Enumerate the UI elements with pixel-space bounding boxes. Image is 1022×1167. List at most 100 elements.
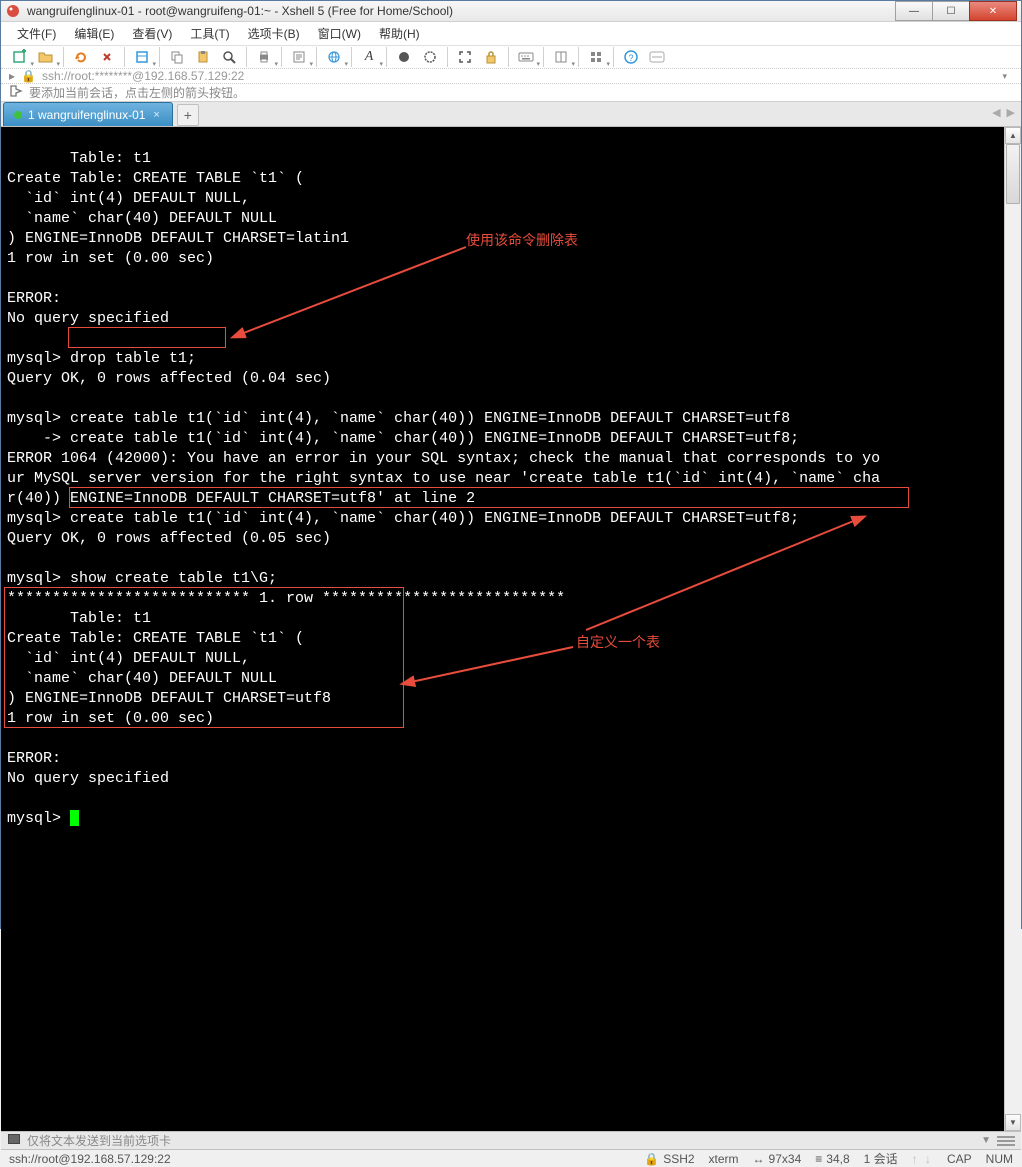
scroll-thumb[interactable] (1006, 144, 1020, 204)
status-connection: ssh://root@192.168.57.129:22 (9, 1152, 630, 1166)
terminal-line: r(40)) ENGINE=InnoDB DEFAULT CHARSET=utf… (7, 490, 475, 507)
menu-file[interactable]: 文件(F) (9, 22, 64, 45)
maximize-button[interactable]: ☐ (932, 1, 970, 21)
terminal-line: ur MySQL server version for the right sy… (7, 470, 880, 487)
terminal-line: No query specified (7, 770, 169, 787)
status-num: NUM (986, 1152, 1013, 1166)
terminal-line: 1 row in set (0.00 sec) (7, 250, 214, 267)
lock-small-icon: 🔒 (21, 69, 36, 83)
scroll-track[interactable] (1005, 144, 1021, 1114)
color-scheme-icon[interactable] (393, 46, 415, 68)
status-dot-icon (14, 111, 22, 119)
tab-next-icon[interactable]: ▶ (1007, 106, 1015, 119)
terminal-line: Table: t1 (7, 610, 151, 627)
new-session-icon[interactable] (9, 46, 31, 68)
toolbar-separator (316, 47, 317, 67)
layout-icon[interactable] (550, 46, 572, 68)
ruler-icon: ≡ (815, 1152, 822, 1166)
compose-icon (7, 1133, 21, 1148)
menu-tools[interactable]: 工具(T) (182, 22, 237, 45)
terminal-line: ) ENGINE=InnoDB DEFAULT CHARSET=latin1 (7, 230, 349, 247)
arrow-1 (226, 242, 476, 342)
about-icon[interactable] (646, 46, 668, 68)
session-tab[interactable]: 1 wangruifenglinux-01 × (3, 102, 173, 126)
script-icon[interactable] (288, 46, 310, 68)
compose-dropdown-icon[interactable]: ▼ (981, 1135, 991, 1146)
highlight-box-1 (68, 327, 226, 348)
terminal-line: -> create table t1(`id` int(4), `name` c… (7, 430, 799, 447)
toolbar-separator (578, 47, 579, 67)
menu-edit[interactable]: 编辑(E) (66, 22, 122, 45)
terminal-line: 1 row in set (0.00 sec) (7, 710, 214, 727)
terminal-line: `name` char(40) DEFAULT NULL (7, 670, 277, 687)
status-sessions: 1 会话 (864, 1150, 898, 1167)
window-controls: — ☐ ✕ (896, 1, 1017, 21)
terminal-line: Create Table: CREATE TABLE `t1` ( (7, 170, 304, 187)
toolbar-separator (447, 47, 448, 67)
status-term: xterm (709, 1152, 739, 1166)
toolbar-separator (386, 47, 387, 67)
toolbar-separator (281, 47, 282, 67)
tab-prev-icon[interactable]: ◀ (992, 106, 1000, 119)
menu-view[interactable]: 查看(V) (124, 22, 180, 45)
arrow-2 (576, 512, 876, 637)
status-position: ≡34,8 (815, 1152, 849, 1166)
cursor (70, 810, 79, 826)
menubar: 文件(F) 编辑(E) 查看(V) 工具(T) 选项卡(B) 窗口(W) 帮助(… (1, 22, 1021, 46)
add-session-icon[interactable]: ▸ (9, 69, 15, 83)
scroll-down-icon[interactable]: ▼ (1005, 1114, 1021, 1131)
close-button[interactable]: ✕ (969, 1, 1017, 21)
highlight-icon[interactable] (419, 46, 441, 68)
help-icon[interactable]: ? (620, 46, 642, 68)
keyboard-icon[interactable] (515, 46, 537, 68)
new-tab-button[interactable]: + (177, 104, 199, 126)
terminal-line: mysql> create table t1(`id` int(4), `nam… (7, 510, 799, 527)
terminal-line: Query OK, 0 rows affected (0.05 sec) (7, 530, 331, 547)
terminal-area: Table: t1 Create Table: CREATE TABLE `t1… (1, 127, 1021, 1131)
compose-bar[interactable]: 仅将文本发送到当前选项卡 ▼ (1, 1131, 1021, 1150)
scroll-up-icon[interactable]: ▲ (1005, 127, 1021, 144)
tab-nav: ◀ ▶ (992, 106, 1015, 119)
status-size: ↔97x34 (753, 1152, 802, 1166)
status-ssh: 🔒SSH2 (644, 1152, 694, 1166)
address-dropdown-icon[interactable]: ▾ (996, 71, 1013, 82)
minimize-button[interactable]: — (895, 1, 933, 21)
open-icon[interactable] (35, 46, 57, 68)
terminal[interactable]: Table: t1 Create Table: CREATE TABLE `t1… (1, 127, 1004, 1131)
terminal-line: `id` int(4) DEFAULT NULL, (7, 190, 250, 207)
font-icon[interactable]: A (358, 46, 380, 68)
paste-icon[interactable] (192, 46, 214, 68)
globe-icon[interactable] (323, 46, 345, 68)
compose-menu-icon[interactable] (997, 1136, 1015, 1146)
bookmark-arrow-icon[interactable] (9, 84, 23, 101)
fullscreen-icon[interactable] (454, 46, 476, 68)
lock-status-icon: 🔒 (644, 1152, 659, 1166)
svg-text:?: ? (628, 53, 633, 63)
toolbar-separator (159, 47, 160, 67)
lock-icon[interactable] (480, 46, 502, 68)
toolbar-separator (124, 47, 125, 67)
terminal-line: ERROR: (7, 750, 61, 767)
menu-tabs[interactable]: 选项卡(B) (240, 22, 308, 45)
properties-icon[interactable] (131, 46, 153, 68)
scrollbar[interactable]: ▲ ▼ (1004, 127, 1021, 1131)
address-bar[interactable]: ▸ 🔒 ssh://root:********@192.168.57.129:2… (1, 69, 1021, 84)
terminal-line: mysql> show create table t1\G; (7, 570, 277, 587)
find-icon[interactable] (218, 46, 240, 68)
titlebar[interactable]: wangruifenglinux-01 - root@wangruifeng-0… (1, 1, 1021, 22)
disconnect-icon[interactable] (96, 46, 118, 68)
terminal-line: mysql> drop table t1; (7, 350, 196, 367)
info-text: 要添加当前会话，点击左侧的箭头按钮。 (29, 84, 245, 101)
tab-close-icon[interactable]: × (151, 109, 161, 121)
menu-help[interactable]: 帮助(H) (371, 22, 428, 45)
info-bar: 要添加当前会话，点击左侧的箭头按钮。 (1, 84, 1021, 102)
copy-icon[interactable] (166, 46, 188, 68)
reconnect-icon[interactable] (70, 46, 92, 68)
menu-window[interactable]: 窗口(W) (310, 22, 369, 45)
view-mode-icon[interactable] (585, 46, 607, 68)
terminal-line: `name` char(40) DEFAULT NULL (7, 210, 277, 227)
terminal-line: mysql> (7, 810, 70, 827)
address-text[interactable]: ssh://root:********@192.168.57.129:22 (42, 69, 990, 83)
print-icon[interactable] (253, 46, 275, 68)
terminal-line: ERROR: (7, 290, 61, 307)
